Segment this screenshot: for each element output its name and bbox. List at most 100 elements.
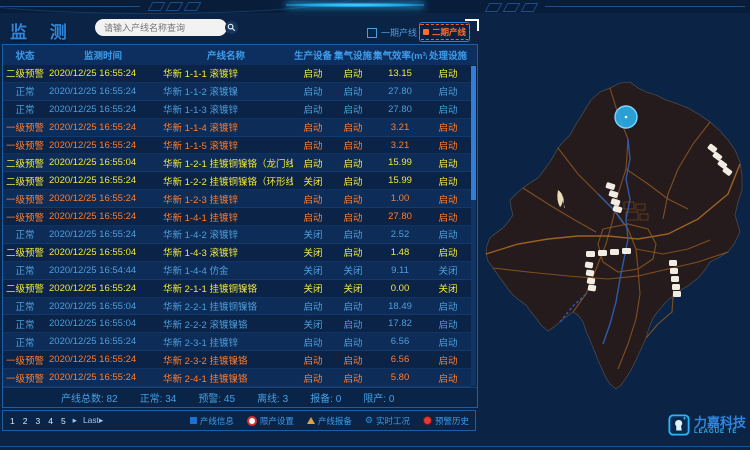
eff-cell: 15.99 (373, 157, 427, 168)
name-cell: 华新 2-2-1 挂镀铜镍铬 (159, 299, 293, 313)
table-row[interactable]: 正常2020/12/25 16:54:44华新 1-4-4 仿金关闭关闭9.11… (3, 262, 471, 280)
gas-cell: 启动 (333, 156, 373, 170)
equip-cell: 关闭 (293, 263, 333, 277)
table-row[interactable]: 正常2020/12/25 16:55:24华新 1-4-2 滚镀锌关闭启动2.5… (3, 226, 471, 244)
eff-cell: 0.00 (373, 283, 427, 294)
alarm-history-icon (423, 416, 432, 425)
equip-cell: 启动 (293, 335, 333, 349)
bottom-hairline (0, 446, 750, 447)
name-cell: 华新 2-3-1 挂镀锌 (159, 335, 293, 349)
next-page-button[interactable]: ▸ (73, 415, 77, 426)
treat-cell: 启动 (427, 138, 469, 152)
equip-cell: 关闭 (293, 281, 333, 295)
page-3[interactable]: 3 (34, 416, 41, 426)
monitoring-screen: 监 测 一期产线 二期产线 状态监测时间产线名称生产设备集气设施集气效率(m³/… (0, 0, 750, 450)
table-row[interactable]: 二级预警2020/12/25 16:55:04华新 1-4-3 滚镀锌关闭启动1… (3, 244, 471, 262)
vendor-logo: 力嘉科技 LEAGUE TE (668, 411, 750, 439)
page-title: 监 测 (10, 18, 76, 43)
toolbar-item-label: 实时工况 (376, 415, 410, 427)
name-cell: 华新 1-1-3 滚镀锌 (159, 102, 293, 116)
equip-cell: 启动 (293, 156, 333, 170)
status-cell: 正常 (3, 263, 47, 277)
bottom-toolbar: 12345 ▸ Last▸ 产线信息 限产设置 产线报备 ⚙实时工况 预警历史 (2, 410, 476, 431)
page-4[interactable]: 4 (47, 416, 54, 426)
eff-cell: 1.48 (373, 247, 427, 258)
table-row[interactable]: 正常2020/12/25 16:55:24华新 2-3-1 挂镀锌启动启动6.5… (3, 333, 471, 351)
time-cell: 2020/12/25 16:55:04 (47, 301, 159, 312)
table-row[interactable]: 一级预警2020/12/25 16:55:24华新 1-1-5 滚镀锌启动启动3… (3, 137, 471, 155)
treat-cell: 启动 (427, 353, 469, 367)
table-row[interactable]: 二级预警2020/12/25 16:55:24华新 1-1-1 滚镀锌启动启动1… (3, 65, 471, 83)
table-row[interactable]: 一级预警2020/12/25 16:55:24华新 2-3-2 挂镀镍铬启动启动… (3, 351, 471, 369)
top-decoration-strip (0, 0, 750, 13)
search-icon[interactable] (225, 21, 238, 34)
phase2-button[interactable]: 二期产线 (419, 22, 470, 42)
time-cell: 2020/12/25 16:54:44 (47, 265, 159, 276)
table-row[interactable]: 一级预警2020/12/25 16:55:24华新 1-2-3 挂镀锌启动启动1… (3, 190, 471, 208)
status-cell: 一级预警 (3, 192, 47, 206)
table-row[interactable]: 正常2020/12/25 16:55:04华新 2-2-1 挂镀铜镍铬启动启动1… (3, 298, 471, 316)
search-input[interactable] (95, 23, 225, 33)
column-header: 产线名称 (159, 48, 293, 62)
scrollbar-thumb[interactable] (471, 66, 476, 200)
equip-cell: 关闭 (293, 227, 333, 241)
equip-cell: 启动 (293, 371, 333, 385)
status-cell: 二级预警 (3, 245, 47, 259)
table-row[interactable]: 一级预警2020/12/25 16:55:24华新 2-4-1 挂镀镍铬启动启动… (3, 369, 471, 387)
equip-cell: 启动 (293, 210, 333, 224)
treat-cell: 启动 (427, 66, 469, 80)
gas-cell: 启动 (333, 102, 373, 116)
eff-cell: 27.80 (373, 211, 427, 222)
table-row[interactable]: 二级预警2020/12/25 16:55:24华新 1-2-2 挂镀铜镍铬（环形… (3, 172, 471, 190)
status-cell: 一级预警 (3, 371, 47, 385)
toolbar-item-实时工况[interactable]: ⚙实时工况 (365, 415, 410, 427)
gas-cell: 启动 (333, 317, 373, 331)
status-cell: 正常 (3, 84, 47, 98)
page-2[interactable]: 2 (22, 416, 29, 426)
status-cell: 正常 (3, 317, 47, 331)
column-header: 处理设施 (427, 48, 469, 62)
toolbar-item-产线信息[interactable]: 产线信息 (190, 415, 234, 427)
eff-cell: 9.11 (373, 265, 427, 276)
phase1-checkbox[interactable] (367, 28, 377, 38)
table-row[interactable]: 二级预警2020/12/25 16:55:24华新 2-1-1 挂镀铜镍铬关闭关… (3, 280, 471, 298)
table-row[interactable]: 正常2020/12/25 16:55:04华新 2-2-2 滚镀镍铬关闭启动17… (3, 315, 471, 333)
district-map[interactable] (478, 44, 750, 414)
stat-正常: 正常: 34 (140, 390, 177, 405)
gas-cell: 关闭 (333, 263, 373, 277)
treat-cell: 启动 (427, 84, 469, 98)
gas-cell: 启动 (333, 353, 373, 367)
column-header: 监测时间 (47, 48, 159, 62)
page-5[interactable]: 5 (60, 416, 67, 426)
name-cell: 华新 1-2-3 挂镀锌 (159, 192, 293, 206)
phase1-toggle[interactable]: 一期产线 (367, 26, 417, 39)
last-page-button[interactable]: Last▸ (83, 415, 103, 426)
table-row[interactable]: 正常2020/12/25 16:55:24华新 1-1-3 滚镀锌启动启动27.… (3, 101, 471, 119)
time-cell: 2020/12/25 16:55:04 (47, 318, 159, 329)
table-row[interactable]: 一级预警2020/12/25 16:55:24华新 1-1-4 滚镀锌启动启动3… (3, 119, 471, 137)
time-cell: 2020/12/25 16:55:24 (47, 86, 159, 97)
treat-cell: 启动 (427, 174, 469, 188)
treat-cell: 启动 (427, 102, 469, 116)
table-scrollbar[interactable] (471, 66, 476, 386)
status-cell: 一级预警 (3, 138, 47, 152)
toolbar-item-预警历史[interactable]: 预警历史 (423, 415, 469, 427)
name-cell: 华新 1-4-2 滚镀锌 (159, 227, 293, 241)
eff-cell: 2.52 (373, 229, 427, 240)
eff-cell: 27.80 (373, 104, 427, 115)
treat-cell: 启动 (427, 371, 469, 385)
status-cell: 一级预警 (3, 353, 47, 367)
page-1[interactable]: 1 (9, 416, 16, 426)
gas-cell: 启动 (333, 192, 373, 206)
deco-line (0, 6, 140, 7)
toolbar-item-产线报备[interactable]: 产线报备 (307, 415, 352, 427)
equip-cell: 启动 (293, 299, 333, 313)
logo-name: 力嘉科技 (694, 416, 746, 429)
table-row[interactable]: 一级预警2020/12/25 16:55:24华新 1-4-1 挂镀锌启动启动2… (3, 208, 471, 226)
toolbar-item-限产设置[interactable]: 限产设置 (247, 415, 294, 427)
time-cell: 2020/12/25 16:55:24 (47, 211, 159, 222)
table-row[interactable]: 二级预警2020/12/25 16:55:04华新 1-2-1 挂镀铜镍铬（龙门… (3, 154, 471, 172)
treat-cell: 启动 (427, 299, 469, 313)
table-row[interactable]: 正常2020/12/25 16:55:24华新 1-1-2 滚镀镍启动启动27.… (3, 83, 471, 101)
cluster-marker[interactable] (615, 106, 637, 128)
